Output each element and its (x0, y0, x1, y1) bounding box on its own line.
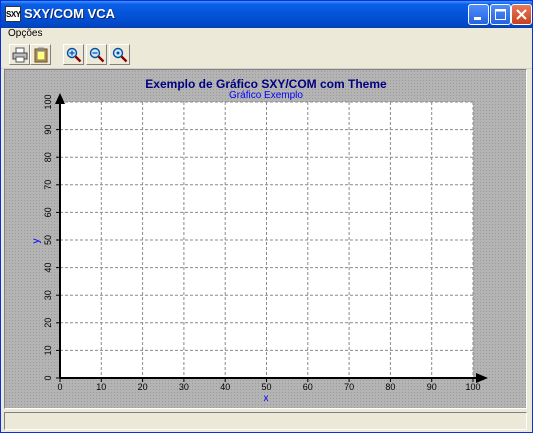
zoom-reset-icon (112, 47, 128, 63)
menu-bar: Opções (1, 28, 532, 42)
y-tick-label: 70 (43, 180, 53, 190)
x-tick-label: 100 (465, 382, 480, 392)
app-icon: SXY (5, 6, 21, 22)
toolbar (1, 42, 532, 69)
zoom-out-icon (89, 47, 105, 63)
x-axis-arrow (476, 373, 488, 383)
close-button[interactable] (511, 4, 532, 25)
y-tick-label: 90 (43, 125, 53, 135)
x-tick-label: 30 (179, 382, 189, 392)
title-bar[interactable]: SXY SXY/COM VCA (1, 1, 532, 28)
close-icon (516, 9, 527, 20)
y-tick-label: 20 (43, 318, 53, 328)
x-tick-label: 10 (96, 382, 106, 392)
y-tick-label: 60 (43, 207, 53, 217)
chart-area[interactable]: Exemplo de Gráfico SXY/COM com Theme Grá… (4, 69, 527, 409)
zoom-out-button[interactable] (86, 44, 107, 65)
zoom-reset-button[interactable] (109, 44, 130, 65)
x-tick-label: 80 (385, 382, 395, 392)
y-tick-label: 100 (43, 94, 53, 109)
x-tick-label: 40 (220, 382, 230, 392)
y-tick-label: 10 (43, 345, 53, 355)
app-window: SXY SXY/COM VCA Opções Exemplo de Gráfic… (0, 0, 533, 433)
chart-subtitle: Gráfico Exemplo (229, 90, 303, 101)
zoom-in-button[interactable] (63, 44, 84, 65)
zoom-in-icon (66, 47, 82, 63)
window-title: SXY/COM VCA (24, 6, 116, 21)
print-icon (12, 47, 28, 63)
menu-opcoes[interactable]: Opções (8, 28, 42, 39)
clipboard-icon (34, 47, 48, 63)
y-tick-label: 30 (43, 290, 53, 300)
x-tick-label: 0 (57, 382, 62, 392)
x-tick-label: 60 (303, 382, 313, 392)
y-tick-label: 50 (43, 235, 53, 245)
clipboard-button[interactable] (30, 44, 51, 65)
minimize-button[interactable] (468, 4, 489, 25)
minimize-icon (474, 17, 481, 20)
y-tick-label: 40 (43, 263, 53, 273)
y-tick-label: 0 (43, 375, 53, 380)
x-tick-label: 70 (344, 382, 354, 392)
chart-svg: Exemplo de Gráfico SXY/COM com Theme Grá… (31, 77, 488, 404)
status-bar (4, 412, 527, 430)
maximize-icon (495, 9, 506, 20)
maximize-button[interactable] (490, 4, 511, 25)
chart-title: Exemplo de Gráfico SXY/COM com Theme (145, 77, 387, 91)
x-tick-label: 50 (261, 382, 271, 392)
y-axis-arrow (55, 93, 65, 104)
x-axis-label: x (264, 393, 269, 404)
x-tick-label: 90 (427, 382, 437, 392)
print-button[interactable] (9, 44, 30, 65)
x-tick-label: 20 (138, 382, 148, 392)
y-tick-label: 80 (43, 152, 53, 162)
y-axis-label: y (31, 239, 42, 244)
